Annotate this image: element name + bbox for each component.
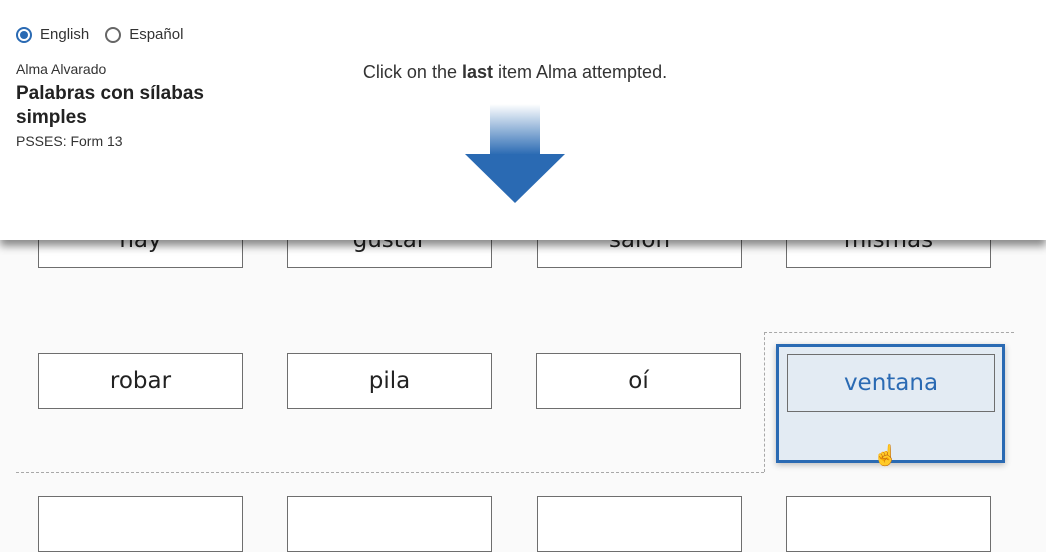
word-item[interactable]: robar bbox=[38, 353, 243, 409]
radio-english-label[interactable]: English bbox=[40, 26, 89, 43]
instruction-part: item Alma attempted. bbox=[493, 62, 668, 82]
language-toggle: English Español bbox=[16, 26, 183, 43]
attempted-boundary bbox=[764, 332, 1014, 333]
word-item[interactable]: pila bbox=[287, 353, 492, 409]
hand-pointer-icon: ☝ bbox=[873, 445, 898, 467]
word-item[interactable] bbox=[786, 496, 991, 552]
instruction-header: English Español Alma Alvarado Palabras c… bbox=[0, 0, 1046, 240]
word-item[interactable] bbox=[287, 496, 492, 552]
attempted-boundary bbox=[764, 332, 765, 472]
form-label: PSSES: Form 13 bbox=[16, 133, 123, 149]
word-item[interactable] bbox=[38, 496, 243, 552]
assessment-title: Palabras con sílabas simples bbox=[16, 83, 204, 128]
radio-english[interactable] bbox=[16, 26, 32, 43]
student-name: Alma Alvarado bbox=[16, 61, 107, 77]
instruction-emphasis: last bbox=[461, 62, 493, 82]
radio-espanol[interactable] bbox=[105, 26, 122, 43]
attempted-boundary bbox=[16, 472, 764, 473]
radio-espanol-label[interactable]: Español bbox=[129, 26, 183, 43]
word-item-selected[interactable]: ventana bbox=[787, 354, 995, 412]
word-item[interactable]: oí bbox=[536, 353, 741, 409]
instruction-part: Click on the bbox=[362, 62, 462, 82]
instruction-text: Click on the last item Alma attempted. bbox=[260, 62, 770, 83]
word-item[interactable] bbox=[537, 496, 742, 552]
